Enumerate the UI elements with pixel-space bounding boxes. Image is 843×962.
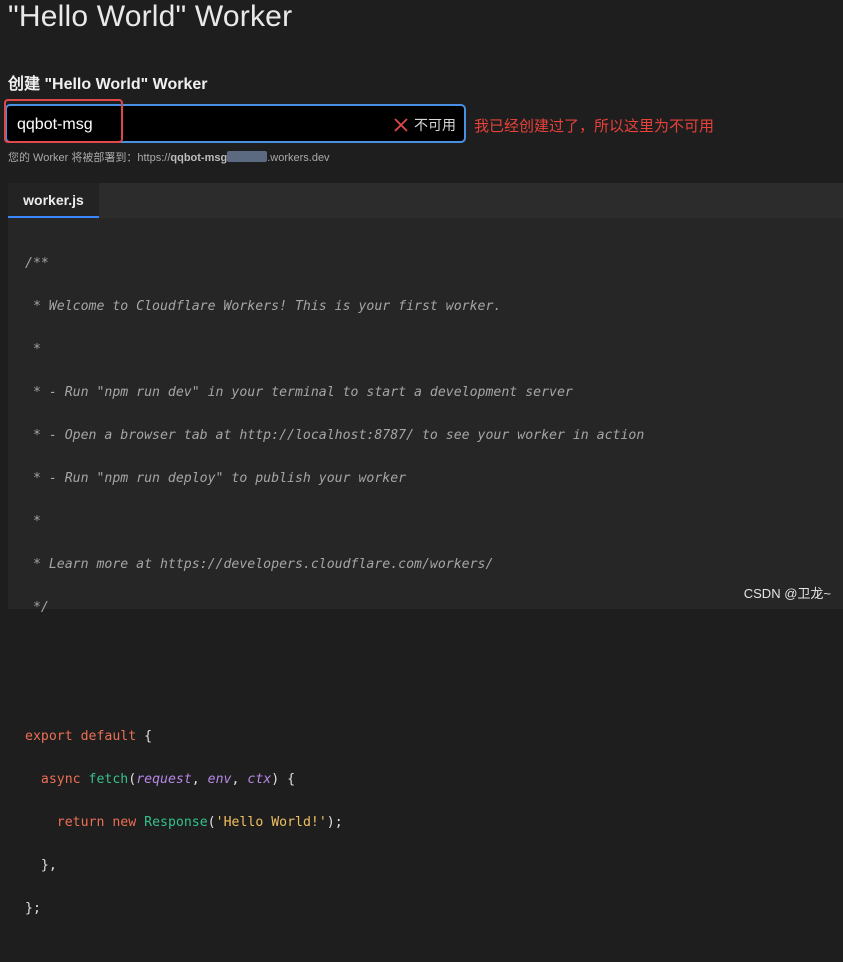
code-line: * - Run "npm run deploy" to publish your…	[25, 470, 407, 486]
annotation-note: 我已经创建过了，所以这里为不可用	[474, 118, 715, 135]
code-line: * - Run "npm run dev" in your terminal t…	[25, 384, 573, 400]
worker-name-field[interactable]: 不可用	[5, 104, 466, 143]
code-line: async fetch(request, env, ctx) {	[40, 771, 296, 787]
hint-prefix: 您的 Worker 将被部署到：https://	[8, 152, 171, 164]
code-line: export default {	[25, 728, 153, 744]
code-line: *	[25, 513, 41, 529]
code-line: * Welcome to Cloudflare Workers! This is…	[25, 298, 502, 314]
code-line: },	[40, 857, 57, 873]
code-line: return new Response('Hello World!');	[56, 814, 343, 830]
code-line: };	[25, 900, 41, 916]
name-status: 不可用	[392, 115, 456, 135]
code-line: *	[25, 341, 41, 357]
status-label: 不可用	[414, 117, 456, 133]
page-title: "Hello World" Worker	[8, 0, 293, 33]
deploy-url-hint: 您的 Worker 将被部署到：https://qqbot-msg .worker…	[8, 149, 330, 165]
code-area[interactable]: /** * Welcome to Cloudflare Workers! Thi…	[25, 231, 644, 962]
csdn-watermark: CSDN @卫龙~	[743, 586, 831, 601]
redacted-subdomain	[227, 151, 268, 162]
close-x-icon	[394, 118, 408, 132]
create-worker-label: 创建 "Hello World" Worker	[8, 76, 208, 93]
code-line: * - Open a browser tab at http://localho…	[25, 427, 645, 443]
hint-suffix: .workers.dev	[267, 152, 330, 164]
worker-name-input[interactable]	[17, 114, 317, 136]
code-editor: worker.js /** * Welcome to Cloudflare Wo…	[8, 183, 843, 916]
hint-worker-name: qqbot-msg	[170, 152, 228, 164]
code-line: /**	[25, 255, 49, 271]
tab-worker-js[interactable]: worker.js	[8, 183, 99, 218]
editor-tab-bar: worker.js	[8, 183, 843, 218]
code-line: */	[25, 599, 49, 615]
code-line: * Learn more at https://developers.cloud…	[25, 556, 494, 572]
